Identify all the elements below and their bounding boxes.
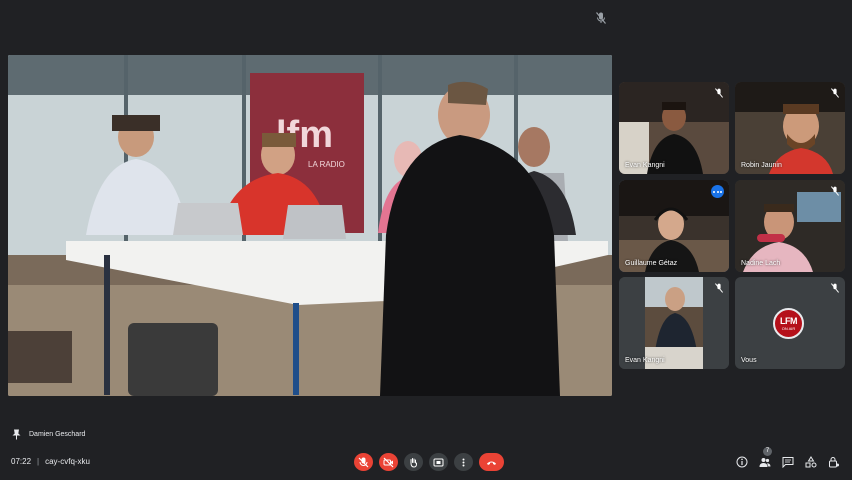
sign-sub: LA RADIO [308, 160, 345, 169]
leave-call-button[interactable] [479, 453, 504, 471]
participant-name: Evan Kangni [625, 162, 665, 169]
participant-name: Guillaume Gétaz [625, 260, 678, 267]
participant-video [735, 82, 845, 174]
host-controls-button[interactable] [828, 455, 840, 468]
activities-icon [805, 456, 817, 468]
lock-person-icon [829, 457, 839, 468]
participant-video [735, 180, 845, 272]
meeting-code: cay-cvfq-xku [45, 457, 91, 466]
participant-tile[interactable]: Robin Jaunin [735, 82, 845, 174]
more-options-button[interactable] [454, 453, 473, 471]
participant-video [619, 82, 729, 174]
participant-name: Vous [741, 357, 757, 364]
call-controls [354, 453, 504, 471]
meeting-details[interactable]: 07:22 | cay-cvfq-xku [11, 457, 90, 466]
mic-off-icon [831, 88, 839, 98]
participant-tile[interactable]: Nadine Lach [735, 180, 845, 272]
meeting-details-button[interactable] [736, 455, 748, 468]
participant-video [619, 277, 729, 369]
camera-toggle-button[interactable] [379, 453, 398, 471]
hand-icon [410, 457, 417, 468]
pinned-presenter: Damien Geschard [12, 429, 85, 440]
participant-tile[interactable]: Evan Kangni [619, 277, 729, 369]
mic-off-icon [715, 88, 723, 98]
call-end-icon [487, 461, 496, 465]
people-icon [759, 458, 771, 467]
present-screen-button[interactable] [429, 453, 448, 471]
participant-name: Nadine Lach [741, 260, 781, 267]
more-vert-icon [462, 458, 465, 466]
raise-hand-button[interactable] [404, 453, 423, 471]
chat-icon [782, 457, 794, 469]
participant-name: Evan Kangni [625, 357, 665, 364]
participants-count-badge: 7 [763, 447, 772, 456]
pin-icon [12, 429, 21, 440]
mic-off-icon [715, 283, 723, 293]
chat-button[interactable] [782, 455, 794, 469]
mic-off-icon [831, 186, 839, 196]
side-panel-controls: 7 [736, 447, 840, 469]
mic-off-icon [596, 12, 606, 24]
present-icon [433, 458, 444, 466]
logo-text: LFM [780, 315, 798, 326]
activities-button[interactable] [805, 455, 817, 468]
more-options-button[interactable] [711, 185, 724, 198]
participant-name: Robin Jaunin [741, 162, 782, 169]
separator: | [37, 457, 40, 466]
participant-tile[interactable]: Evan Kangni [619, 82, 729, 174]
participant-tile-self[interactable]: LFM ON AIR Vous [735, 277, 845, 369]
participants-button[interactable]: 7 [759, 447, 772, 467]
meeting-time: 07:22 [11, 457, 32, 466]
mic-off-icon [831, 283, 839, 293]
presenter-name: Damien Geschard [29, 431, 86, 438]
info-icon [736, 456, 748, 468]
main-video-feed[interactable]: lfm LA RADIO [8, 55, 612, 396]
logo-subtext: ON AIR [781, 325, 796, 331]
lfm-on-air-logo: LFM ON AIR [773, 308, 804, 339]
mic-off-icon [358, 457, 369, 467]
studio-scene: lfm LA RADIO [8, 55, 612, 396]
camera-off-icon [383, 457, 394, 467]
participant-tile-active[interactable]: Guillaume Gétaz [619, 180, 729, 272]
microphone-toggle-button[interactable] [354, 453, 373, 471]
